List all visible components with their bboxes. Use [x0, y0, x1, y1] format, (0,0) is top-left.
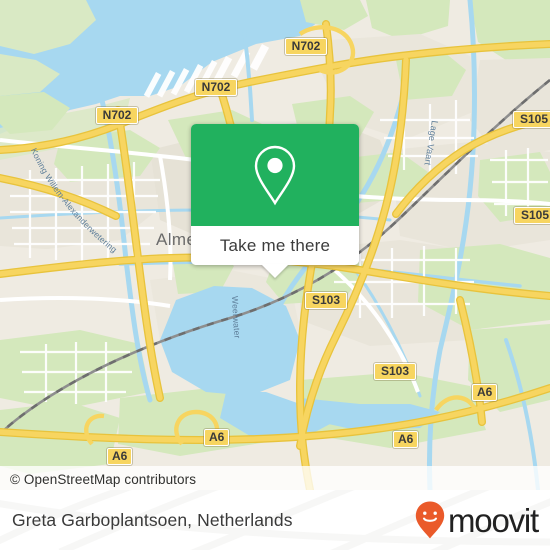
screenshot-root: Almere Koning Willem-Alexanderwetering L… [0, 0, 550, 550]
place-title: Greta Garboplantsoen, Netherlands [12, 509, 293, 530]
shield-s103-right[interactable]: S103 [374, 363, 416, 380]
moovit-pin-smiley-icon [415, 501, 445, 539]
shield-s105-top[interactable]: S105 [513, 111, 550, 128]
card-pointer [261, 264, 289, 278]
shield-a6-mid[interactable]: A6 [204, 429, 230, 446]
attribution-text: © OpenStreetMap contributors [10, 471, 197, 487]
shield-n702-top[interactable]: N702 [285, 38, 327, 55]
take-me-there-card[interactable]: Take me there [191, 124, 359, 278]
moovit-wordmark: moovit [448, 501, 539, 539]
take-me-there-label[interactable]: Take me there [191, 226, 359, 265]
map-canvas[interactable]: Almere Koning Willem-Alexanderwetering L… [0, 0, 550, 490]
map-attribution: © OpenStreetMap contributors [0, 466, 550, 490]
shield-a6-right[interactable]: A6 [393, 431, 419, 448]
shield-n702-left[interactable]: N702 [195, 79, 237, 96]
map-pin-icon [254, 145, 296, 206]
shield-s103-left[interactable]: S103 [305, 292, 347, 309]
shield-a6-left[interactable]: A6 [107, 448, 133, 465]
shield-n702-left2[interactable]: N702 [96, 107, 138, 124]
footer-bar: Greta Garboplantsoen, Netherlands moovit [0, 490, 550, 550]
card-image-area [191, 124, 359, 226]
moovit-logo[interactable]: moovit [415, 490, 539, 550]
shield-s105-mid[interactable]: S105 [514, 207, 550, 224]
shield-a6-far[interactable]: A6 [472, 384, 498, 401]
